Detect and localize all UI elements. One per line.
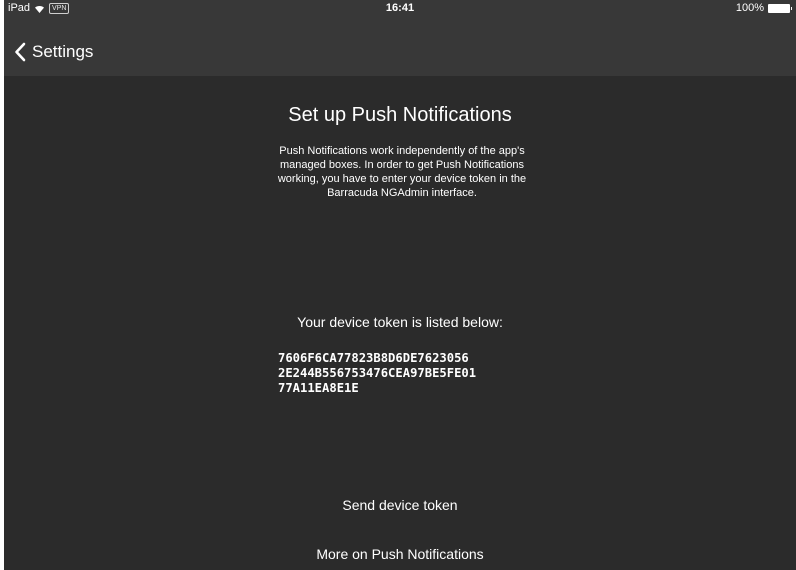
chevron-left-icon <box>14 42 26 62</box>
app-screen: iPad VPN 16:41 100% Settings Set up Push… <box>4 0 796 570</box>
battery-percent: 100% <box>735 2 764 14</box>
device-token-line: 2E244B556753476CEA97BE5FE01 <box>278 366 477 380</box>
more-on-push-notifications-link[interactable]: More on Push Notifications <box>4 546 796 562</box>
status-right: 100% <box>735 2 792 14</box>
push-setup-content: Set up Push Notifications Push Notificat… <box>4 76 796 570</box>
description-text: Push Notifications work independently of… <box>277 145 527 199</box>
status-time: 16:41 <box>385 2 415 14</box>
send-device-token-button[interactable]: Send device token <box>4 497 796 513</box>
device-token-line: 7606F6CA77823B8D6DE7623056 <box>278 351 469 365</box>
back-button[interactable]: Settings <box>14 42 93 62</box>
page-title: Set up Push Notifications <box>288 104 512 126</box>
device-token-value: 7606F6CA77823B8D6DE7623056 2E244B55675347… <box>278 351 476 396</box>
battery-icon <box>768 3 792 13</box>
device-token-line: 77A11EA8E1E <box>278 381 359 395</box>
token-label: Your device token is listed below: <box>297 314 503 330</box>
back-button-label: Settings <box>32 42 94 61</box>
status-bar: iPad VPN 16:41 100% <box>4 0 796 18</box>
navigation-bar: Settings <box>4 18 796 76</box>
